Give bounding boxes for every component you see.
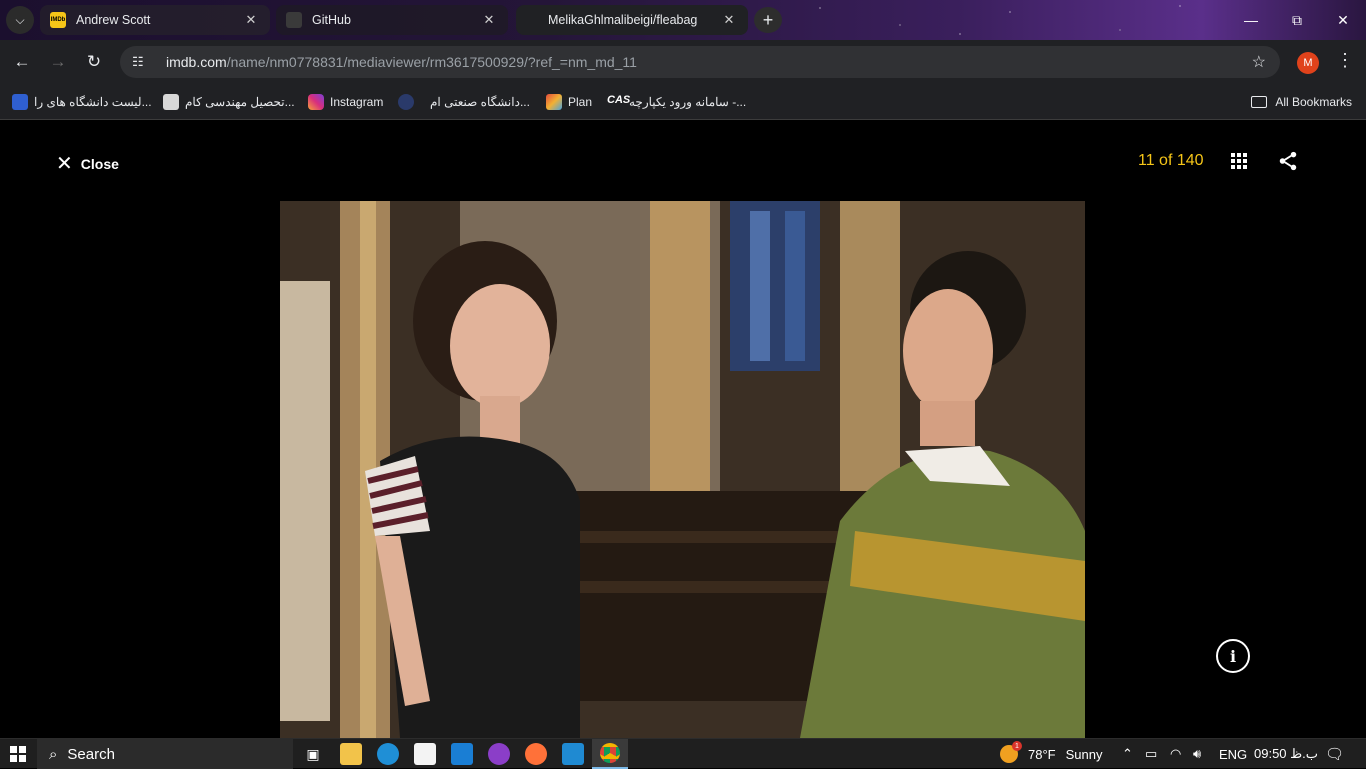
restore-button[interactable]: ⧉ <box>1274 0 1320 40</box>
tab-github[interactable]: GitHub ✕ <box>276 5 508 35</box>
chevron-down-icon: ⌵ <box>15 12 25 27</box>
weather-text: Sunny <box>1065 746 1103 762</box>
bookmarks-bar: لیست دانشگاه های را... تحصیل مهندسی کام.… <box>0 84 1366 120</box>
minimize-button[interactable]: — <box>1228 0 1274 40</box>
close-tab-icon[interactable]: ✕ <box>720 12 738 28</box>
gallery-photo[interactable] <box>280 201 1085 738</box>
close-label: Close <box>80 155 119 172</box>
doc-icon <box>163 94 179 110</box>
bookmark-label: سامانه ورود یکپارچه -... <box>629 95 747 109</box>
show-hidden-icons[interactable]: ⌃ <box>1122 739 1133 769</box>
bookmark-item[interactable]: Plan <box>546 92 592 112</box>
media-viewer: ✕ Close 11 of 140 i <box>0 121 1366 738</box>
chrome-taskbar-button[interactable] <box>592 739 628 769</box>
bookmark-item[interactable]: تحصیل مهندسی کام... <box>163 92 295 112</box>
search-icon: ⌕ <box>49 745 58 763</box>
profile-avatar[interactable]: M <box>1297 52 1319 74</box>
mail-icon[interactable] <box>451 743 473 765</box>
clock[interactable]: 09:50 ب.ظ <box>1254 739 1318 769</box>
store-icon[interactable] <box>414 743 436 765</box>
close-icon: ✕ <box>56 153 73 175</box>
instagram-icon <box>308 94 324 110</box>
photo-illustration <box>280 201 1085 738</box>
tab-title: MelikaGhlmalibeigi/fleabag <box>548 13 698 27</box>
bookmark-item[interactable]: لیست دانشگاه های را... <box>12 92 152 112</box>
vscode-icon[interactable] <box>562 743 584 765</box>
new-tab-button[interactable]: + <box>754 7 782 33</box>
cas-icon: CAS <box>607 94 631 106</box>
close-tab-icon[interactable]: ✕ <box>242 12 260 28</box>
reload-button[interactable]: ↻ <box>82 50 106 74</box>
taskbar-search[interactable]: ⌕ Search <box>37 739 293 769</box>
imdb-favicon-icon: IMDb <box>50 12 66 28</box>
tab-title: GitHub <box>312 13 351 27</box>
tab-andrew-scott[interactable]: IMDb Andrew Scott ✕ <box>40 5 270 35</box>
edge-icon[interactable] <box>377 743 399 765</box>
language-indicator[interactable]: ENG <box>1219 739 1247 769</box>
bookmark-item[interactable]: Instagram <box>308 92 383 112</box>
github-favicon-icon <box>286 12 302 28</box>
weather-widget[interactable]: 1 78°F Sunny <box>1000 739 1102 769</box>
tab-strip: ⌵ IMDb Andrew Scott ✕ GitHub ✕ MelikaGhl… <box>0 0 1366 40</box>
university-icon <box>398 94 414 110</box>
browser-toolbar: ← → ↻ ☷ imdb.com /name/nm0778831/mediavi… <box>0 40 1366 84</box>
tab-search-button[interactable]: ⌵ <box>6 6 34 34</box>
chrome-icon <box>600 743 620 763</box>
windows-start-icon[interactable] <box>10 746 26 762</box>
bookmark-star-icon[interactable]: ☆ <box>1252 52 1266 72</box>
plan-icon <box>546 94 562 110</box>
gallery-grid-icon[interactable] <box>1231 153 1247 169</box>
browser-menu-icon[interactable]: ⋮ <box>1336 50 1354 71</box>
volume-icon[interactable]: 🔊︎ <box>1193 739 1201 769</box>
close-window-button[interactable]: ✕ <box>1320 0 1366 40</box>
site-settings-icon[interactable]: ☷ <box>132 54 152 70</box>
all-bookmarks-button[interactable]: All Bookmarks <box>1251 92 1352 112</box>
all-bookmarks-label: All Bookmarks <box>1275 95 1352 109</box>
notifications-icon[interactable]: 🗨︎ <box>1325 739 1344 769</box>
bookmark-label: Plan <box>568 95 593 109</box>
close-tab-icon[interactable]: ✕ <box>480 12 498 28</box>
bookmark-label: لیست دانشگاه های را... <box>34 95 152 109</box>
folder-icon <box>1251 96 1268 108</box>
wifi-icon[interactable]: ◠ <box>1170 739 1181 769</box>
file-explorer-icon[interactable] <box>340 743 362 765</box>
sun-icon: 1 <box>1000 741 1022 763</box>
tab-title: Andrew Scott <box>76 13 151 27</box>
ze-icon <box>12 94 28 110</box>
bookmark-label: تحصیل مهندسی کام... <box>185 95 295 109</box>
bookmark-label: دانشگاه صنعتی ام... <box>430 95 530 109</box>
share-icon[interactable] <box>1277 150 1299 172</box>
forward-button[interactable]: → <box>46 50 70 74</box>
tab-fleabag-repo[interactable]: MelikaGhlmalibeigi/fleabag ✕ <box>516 5 748 35</box>
bookmark-item[interactable]: دانشگاه صنعتی ام... <box>398 92 530 112</box>
taskbar: ⌕ Search ▣ 1 78°F Sunny ⌃ ▭ ◠ 🔊︎ ENG 09:… <box>0 738 1366 769</box>
url-path: /name/nm0778831/mediaviewer/rm3617500929… <box>226 54 637 70</box>
battery-icon[interactable]: ▭ <box>1145 739 1157 769</box>
plus-icon: + <box>762 9 774 30</box>
address-bar[interactable]: ☷ imdb.com /name/nm0778831/mediaviewer/r… <box>120 46 1280 78</box>
close-viewer-button[interactable]: ✕ Close <box>56 151 119 176</box>
weather-badge: 1 <box>1012 741 1022 751</box>
weather-temp: 78°F <box>1028 746 1056 762</box>
app-icon[interactable] <box>488 743 510 765</box>
back-button[interactable]: ← <box>10 50 34 74</box>
search-label: Search <box>67 745 115 763</box>
image-counter: 11 of 140 <box>1138 152 1204 169</box>
firefox-icon[interactable] <box>525 743 547 765</box>
bookmark-label: Instagram <box>330 95 384 109</box>
task-view-icon[interactable]: ▣ <box>302 743 324 765</box>
url-host: imdb.com <box>166 54 227 70</box>
info-button[interactable]: i <box>1216 639 1250 673</box>
bookmark-item[interactable]: CAS سامانه ورود یکپارچه -... <box>607 92 746 112</box>
